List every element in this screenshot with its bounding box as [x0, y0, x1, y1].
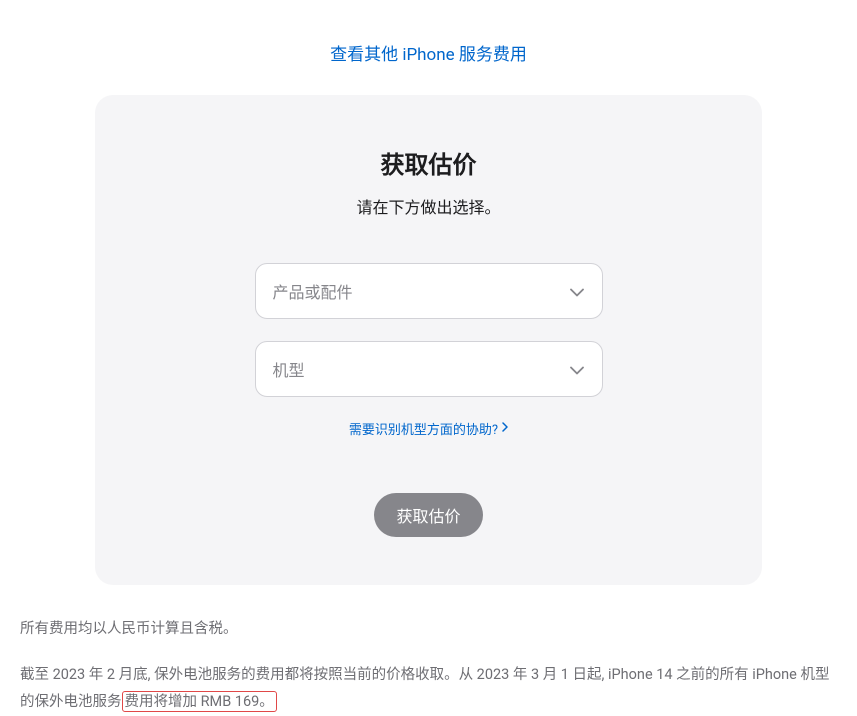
chevron-down-icon	[570, 360, 584, 379]
card-title: 获取估价	[135, 145, 722, 180]
footnotes: 所有费用均以人民币计算且含税。 截至 2023 年 2 月底, 保外电池服务的费…	[10, 615, 847, 716]
footnote-tax-info: 所有费用均以人民币计算且含税。	[20, 615, 837, 643]
other-services-link[interactable]: 查看其他 iPhone 服务费用	[330, 45, 527, 65]
model-select[interactable]: 机型	[255, 341, 603, 397]
price-increase-highlight: 费用将增加 RMB 169。	[122, 691, 277, 712]
estimate-card: 获取估价 请在下方做出选择。 产品或配件 机型 需要识别机型方面的协助?	[95, 95, 762, 585]
card-subtitle: 请在下方做出选择。	[135, 194, 722, 218]
get-estimate-button[interactable]: 获取估价	[374, 493, 482, 537]
help-link-text: 需要识别机型方面的协助?	[349, 419, 498, 438]
chevron-down-icon	[570, 282, 584, 301]
select-placeholder: 机型	[273, 357, 305, 381]
footnote-price-change: 截至 2023 年 2 月底, 保外电池服务的费用都将按照当前的价格收取。从 2…	[20, 661, 837, 716]
product-accessory-select[interactable]: 产品或配件	[255, 263, 603, 319]
identify-model-help-link[interactable]: 需要识别机型方面的协助?	[349, 419, 508, 438]
select-placeholder: 产品或配件	[273, 279, 353, 303]
chevron-right-icon	[502, 421, 508, 436]
